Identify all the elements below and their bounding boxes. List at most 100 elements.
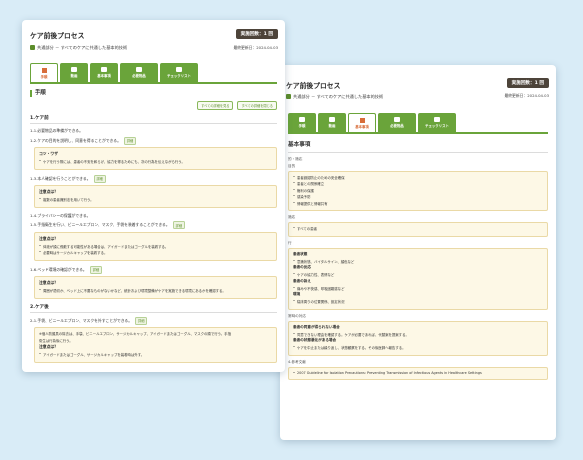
tab-label: 基本事項 (355, 124, 369, 129)
note-title: コツ・ワザ (39, 151, 58, 156)
page-subtitle: 共通部分 － すべてのケアに共通した基本的技術 (30, 45, 127, 51)
list-item: ケアを中止または繰り返し、状態観察をする。その後医師へ報告する。 (293, 345, 543, 350)
note-item: ケアを行う際には、患者の不安を和らげ、協力を得るためにも、次の行為を伝えながら行… (39, 159, 272, 164)
page-title: ケア前後プロセス (30, 32, 85, 40)
tab-basics[interactable]: 基本事項 (348, 113, 376, 132)
step-item: 2-1.手袋、ビニールエプロン、マスクを外すことができる。 詳細 (30, 316, 277, 325)
video-icon (71, 67, 77, 72)
section-heading: 基本事項 (288, 142, 311, 148)
note-text: ※個人防護具の除去は、手袋、ビニールエプロン、サージカルキャップ、アイガードまた… (39, 332, 231, 336)
checklist-icon (176, 67, 182, 72)
detail-button[interactable]: 詳細 (93, 174, 106, 183)
divider (288, 152, 548, 153)
step-text: 2-1.手袋、ビニールエプロン、マスクを外すことができる。 (30, 317, 133, 323)
list-item: 患者との関係確立 (293, 181, 543, 186)
points-label: 行 (288, 240, 292, 245)
detail-button[interactable]: 詳細 (135, 316, 148, 325)
box-title: 患者の同意が得られない場合 (293, 324, 340, 329)
basics-content: 基本事項 的・適応 目的 患者誤認防止のための安全確保 患者との関係確立 権利の… (288, 141, 548, 384)
tab-checklist[interactable]: チェックリスト (418, 113, 456, 132)
list-item: 権利の保護 (293, 188, 543, 193)
tab-bar: 手順 動画 基本事項 必要物品 チェックリスト (288, 113, 456, 132)
step-text: 1-5.手指衛生を行い、ビニールエプロン、マスク、手袋を装着することができる。 (30, 222, 170, 227)
step-text: 1-2.ケアの目的を説明し、同意を得ることができる。 (30, 137, 121, 143)
video-icon (329, 117, 335, 122)
note-item: 必要時はサージカルキャップを装着する。 (39, 250, 272, 255)
subtitle-text: 共通部分 － すべてのケアに共通した基本的技術 (37, 45, 128, 50)
detail-controls: すべての詳細を見る すべての詳細を閉じる (30, 101, 277, 110)
tab-basics[interactable]: 基本事項 (90, 63, 118, 82)
collapse-all-button[interactable]: すべての詳細を閉じる (237, 101, 277, 110)
book-icon (359, 117, 365, 123)
tab-label: チェックリスト (167, 74, 191, 78)
box-title: 患者の訴え (293, 278, 311, 283)
count-badge: 実施回数：1 回 (235, 29, 278, 39)
front-window: ケア前後プロセス 共通部分 － すべてのケアに共通した基本的技術 実施回数：1 … (22, 20, 285, 372)
tab-checklist[interactable]: チェックリスト (160, 63, 198, 82)
step-item: 1-5.手指衛生を行い、ビニールエプロン、マスク、手袋を装着することができる。詳… (30, 221, 277, 229)
caution-box: 注意点は？ 複数の患者識別法を用いて行う。 (34, 185, 277, 208)
reference-item: 2007 Guideline for Isolation Precautions… (293, 371, 543, 375)
subsection-heading: 1.ケア前 (30, 115, 277, 124)
page-title: ケア前後プロセス (286, 82, 341, 90)
caution-box: 注意点は？ 体液が顔に飛散する可能性がある場合は、アイガードまたはゴーグルを装着… (34, 231, 277, 261)
book-icon (101, 67, 107, 72)
tab-label: 必要物品 (132, 74, 146, 78)
note-title: 注意点は？ (39, 344, 58, 349)
tab-label: 必要物品 (390, 124, 404, 128)
note-item: 体液が顔に飛散する可能性がある場合は、アイガードまたはゴーグルを装着する。 (39, 244, 272, 249)
step-text: 1-4.プライバシーの保護ができる。 (30, 212, 91, 218)
note-item: 複数の患者識別法を用いて行う。 (39, 197, 272, 202)
tab-supplies[interactable]: 必要物品 (120, 63, 158, 82)
section-heading: 手順 (30, 90, 277, 97)
checklist-icon (434, 117, 440, 122)
expand-all-button[interactable]: すべての詳細を見る (197, 101, 234, 110)
abnormal-label: 常時の対応 (288, 313, 306, 318)
purpose-label: 的・適応 (288, 156, 303, 161)
front-header: ケア前後プロセス 共通部分 － すべてのケアに共通した基本的技術 実施回数：1 … (22, 20, 285, 62)
tab-video[interactable]: 動画 (60, 63, 88, 82)
page-subtitle: 共通部分 － すべてのケアに共通した基本的技術 (286, 94, 383, 100)
list-item: 寝床周りの位置関係、設定状況 (293, 299, 543, 304)
subsection-heading: 2.ケア後 (30, 304, 277, 313)
step-item: 1-2.ケアの目的を説明し、同意を得ることができる。 詳細 (30, 136, 277, 145)
reference-label: 4.参考文献 (288, 359, 306, 364)
tab-label: 動画 (328, 124, 336, 128)
list-item: 痛みや不快感、呼吸困難感など (293, 286, 543, 291)
step-item: 1-1.必要物品の準備ができる。 (30, 128, 277, 134)
box-title: 環境 (293, 292, 301, 297)
abnormal-box: 患者の同意が得られない場合 同意できない理由を確認する。ケアが必要であれば、代替… (288, 320, 548, 356)
detail-button[interactable]: 詳細 (172, 221, 186, 229)
list-item: 情報提供と情報共有 (293, 201, 543, 206)
observation-box: 患者状態 意識状態、バイタルサイン、顔色など 患者の反応 ケアの協力性、表情など… (288, 247, 548, 310)
tab-label: 動画 (70, 74, 78, 78)
note-title: 注意点は？ (39, 280, 58, 285)
tab-video[interactable]: 動画 (318, 113, 346, 132)
tab-procedure[interactable]: 手順 (30, 63, 58, 82)
step-item: 1-6.ベッド環境の確認ができる。 詳細 (30, 265, 277, 274)
tab-supplies[interactable]: 必要物品 (378, 113, 416, 132)
detail-button[interactable]: 詳細 (89, 265, 103, 274)
goal-box: 患者誤認防止のための安全確保 患者との関係確立 権利の保護 感染予防 情報提供と… (288, 170, 548, 212)
list-item: 感染予防 (293, 194, 543, 199)
note-item: アイガードまたはゴーグル、サージカルキャップを装着時は外す。 (39, 352, 272, 357)
tab-procedure[interactable]: 手順 (288, 113, 316, 132)
goal-label: 目的 (288, 163, 296, 168)
caution-box: 注意点は？ 周囲が適切か、ベッド上に不要なものがないかなど、統計および環境整備が… (34, 276, 277, 299)
back-header: ケア前後プロセス 共通部分 － すべてのケアに共通した基本的技術 実施回数：1 … (280, 65, 556, 107)
reference-box: 2007 Guideline for Isolation Precautions… (288, 366, 548, 381)
common-icon (30, 45, 35, 50)
caution-box: ※個人防護具の除去は、手袋、ビニールエプロン、サージカルキャップ、アイガードまた… (34, 327, 277, 363)
tab-underline (288, 132, 548, 134)
tip-box: コツ・ワザ ケアを行う際には、患者の不安を和らげ、協力を得るためにも、次の行為を… (34, 147, 277, 170)
indication-label: 適応 (288, 215, 296, 220)
updated-date: 最終更新日：2024.04.03 (504, 93, 549, 98)
procedure-content: 手順 すべての詳細を見る すべての詳細を閉じる 1.ケア前 1-1.必要物品の準… (30, 90, 277, 368)
tab-label: チェックリスト (425, 124, 449, 128)
detail-button[interactable]: 詳細 (123, 136, 137, 145)
tab-bar: 手順 動画 基本事項 必要物品 チェックリスト (30, 63, 198, 82)
pencil-icon (41, 67, 47, 73)
subtitle-text: 共通部分 － すべてのケアに共通した基本的技術 (293, 94, 384, 99)
tab-label: 手順 (40, 74, 48, 79)
step-text: 1-1.必要物品の準備ができる。 (30, 128, 83, 133)
